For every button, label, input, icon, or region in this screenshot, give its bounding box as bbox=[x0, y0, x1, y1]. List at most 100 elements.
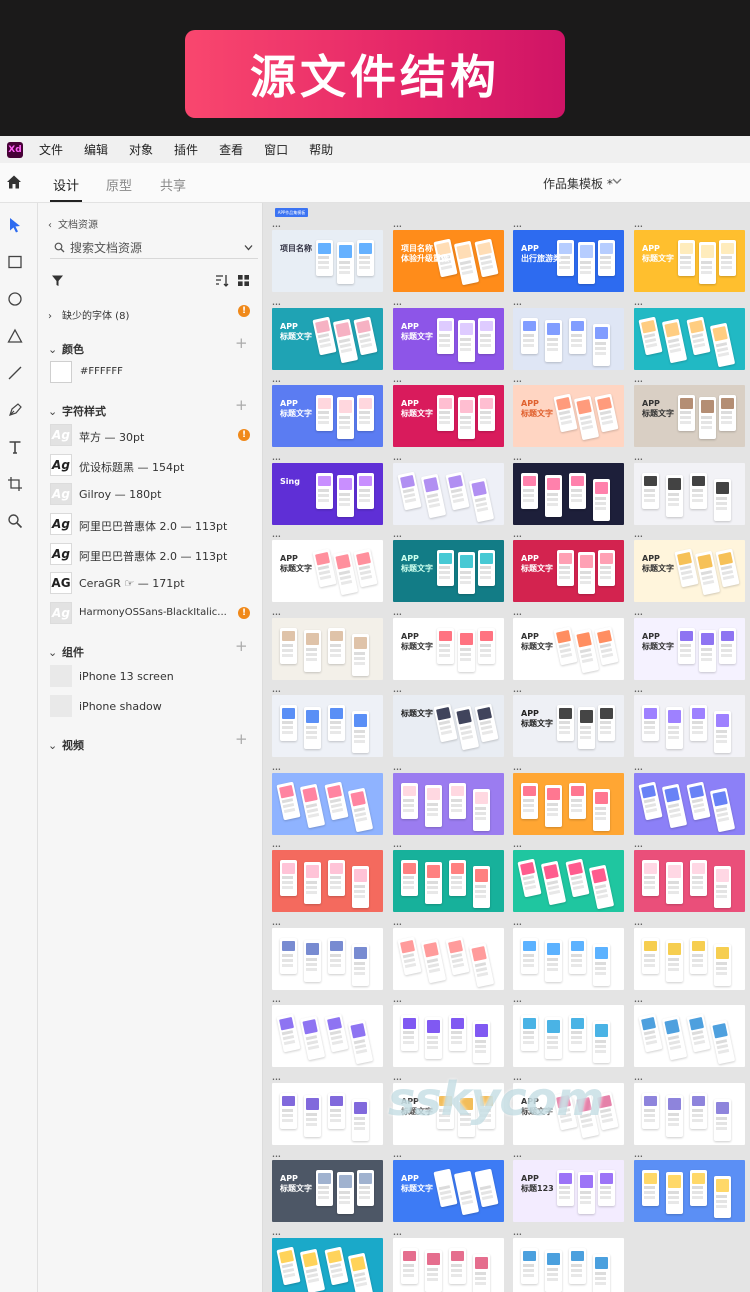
artboard-tool-icon[interactable] bbox=[7, 476, 23, 492]
colors-header[interactable]: ⌄ 颜色 bbox=[48, 341, 84, 357]
artboard[interactable]: ••• APP 标题文字 bbox=[393, 612, 504, 680]
char-style-preview[interactable]: AG bbox=[50, 572, 72, 594]
artboard[interactable]: ••• APP 出行旅游类 bbox=[513, 224, 624, 292]
artboard[interactable]: ••• APP 标题文字 bbox=[393, 379, 504, 447]
artboard[interactable]: ••• bbox=[513, 922, 624, 990]
tab-design[interactable]: 设计 bbox=[53, 175, 79, 194]
add-character-style-icon[interactable]: + bbox=[235, 396, 248, 414]
artboard[interactable]: ••• bbox=[634, 689, 745, 757]
artboard[interactable]: ••• bbox=[393, 767, 504, 835]
ellipse-tool-icon[interactable] bbox=[7, 291, 23, 307]
filter-icon[interactable] bbox=[51, 274, 64, 287]
artboard[interactable]: ••• bbox=[272, 844, 383, 912]
add-color-icon[interactable]: + bbox=[235, 334, 248, 352]
add-video-icon[interactable]: + bbox=[235, 730, 248, 748]
artboard[interactable]: ••• APP 标题文字 bbox=[272, 534, 383, 602]
artboard[interactable]: ••• 项目名称 bbox=[272, 224, 383, 292]
design-canvas[interactable]: APP作品集模板 ••• 项目名称 ••• 项目名称 体验升级重做 ••• APP 出行旅… bbox=[263, 203, 750, 1292]
artboard[interactable]: ••• APP 标题文字 bbox=[393, 1154, 504, 1222]
menu-file[interactable]: 文件 bbox=[39, 141, 63, 158]
char-style-preview[interactable]: Ag bbox=[50, 513, 72, 535]
assets-search-input[interactable] bbox=[70, 239, 230, 256]
character-styles-header[interactable]: ⌄ 字符样式 bbox=[48, 403, 106, 419]
artboard[interactable]: ••• bbox=[513, 844, 624, 912]
tab-share[interactable]: 共享 bbox=[160, 175, 186, 194]
artboard[interactable]: ••• bbox=[634, 1077, 745, 1145]
artboard[interactable]: ••• APP 标题123 bbox=[513, 1154, 624, 1222]
artboard[interactable]: ••• APP 标题文字 bbox=[272, 1154, 383, 1222]
char-style-label[interactable]: 苹方 — 30pt bbox=[79, 429, 144, 445]
artboard[interactable]: ••• bbox=[513, 767, 624, 835]
component-label[interactable]: iPhone 13 screen bbox=[79, 670, 174, 683]
artboard[interactable]: ••• APP 标题文字 bbox=[634, 379, 745, 447]
artboard[interactable]: ••• bbox=[393, 1232, 504, 1292]
artboard[interactable]: ••• APP 标题文字 bbox=[272, 302, 383, 370]
sort-icon[interactable] bbox=[215, 274, 229, 287]
char-style-preview[interactable]: Ag bbox=[50, 454, 72, 476]
menu-help[interactable]: 帮助 bbox=[309, 141, 333, 158]
artboard[interactable]: ••• bbox=[634, 844, 745, 912]
chevron-down-icon[interactable] bbox=[244, 244, 253, 251]
artboard[interactable]: ••• bbox=[272, 689, 383, 757]
rectangle-tool-icon[interactable] bbox=[7, 254, 23, 270]
artboard[interactable]: ••• Sing bbox=[272, 457, 383, 525]
artboard[interactable]: ••• APP 标题文字 bbox=[634, 612, 745, 680]
assets-back-link[interactable]: ‹ 文档资源 bbox=[48, 216, 98, 231]
document-title[interactable]: 作品集模板 * bbox=[543, 175, 613, 192]
polygon-tool-icon[interactable] bbox=[7, 328, 23, 344]
artboard[interactable]: ••• APP 标题文字 bbox=[272, 379, 383, 447]
home-icon[interactable] bbox=[6, 174, 22, 190]
add-component-icon[interactable]: + bbox=[235, 637, 248, 655]
component-thumbnail[interactable] bbox=[50, 695, 72, 717]
artboard[interactable]: ••• bbox=[513, 999, 624, 1067]
artboard[interactable]: ••• APP 标题文字 bbox=[513, 534, 624, 602]
artboard[interactable]: ••• APP 标题文字 bbox=[513, 689, 624, 757]
component-thumbnail[interactable] bbox=[50, 665, 72, 687]
artboard[interactable]: ••• APP 标题文字 bbox=[634, 224, 745, 292]
artboard[interactable]: ••• bbox=[634, 457, 745, 525]
artboard[interactable]: ••• bbox=[634, 767, 745, 835]
menu-view[interactable]: 查看 bbox=[219, 141, 243, 158]
grid-view-icon[interactable] bbox=[237, 274, 250, 287]
chevron-down-icon[interactable] bbox=[612, 177, 622, 185]
artboard[interactable]: ••• APP 标题文字 bbox=[393, 302, 504, 370]
artboard[interactable]: ••• bbox=[272, 1232, 383, 1292]
artboard[interactable]: ••• bbox=[634, 922, 745, 990]
artboard[interactable]: ••• bbox=[634, 999, 745, 1067]
artboard[interactable]: ••• bbox=[393, 844, 504, 912]
artboard[interactable]: ••• bbox=[634, 1154, 745, 1222]
artboard[interactable]: ••• bbox=[634, 302, 745, 370]
artboard[interactable]: ••• bbox=[513, 457, 624, 525]
artboard[interactable]: ••• bbox=[513, 302, 624, 370]
pen-tool-icon[interactable] bbox=[7, 402, 23, 418]
char-style-preview[interactable]: Ag bbox=[50, 602, 72, 624]
missing-fonts-header[interactable]: › 缺少的字体 (8) bbox=[48, 307, 129, 322]
menu-plugins[interactable]: 插件 bbox=[174, 141, 198, 158]
artboard[interactable]: ••• bbox=[272, 999, 383, 1067]
artboard[interactable]: ••• 标题文字 bbox=[393, 689, 504, 757]
artboard[interactable]: ••• bbox=[272, 1077, 383, 1145]
tab-prototype[interactable]: 原型 bbox=[106, 175, 132, 194]
char-style-label[interactable]: Gilroy — 180pt bbox=[79, 488, 161, 501]
artboard[interactable]: ••• bbox=[393, 922, 504, 990]
char-style-preview[interactable]: Ag bbox=[50, 543, 72, 565]
artboard[interactable]: ••• bbox=[393, 457, 504, 525]
menu-window[interactable]: 窗口 bbox=[264, 141, 288, 158]
text-tool-icon[interactable] bbox=[7, 439, 23, 455]
artboard[interactable]: ••• APP 标题文字 bbox=[513, 1077, 624, 1145]
artboard[interactable]: ••• bbox=[272, 922, 383, 990]
artboard[interactable]: ••• APP 标题文字 bbox=[634, 534, 745, 602]
artboard[interactable]: ••• bbox=[513, 1232, 624, 1292]
char-style-label[interactable]: 阿里巴巴普惠体 2.0 — 113pt bbox=[79, 518, 227, 534]
char-style-preview[interactable]: Ag bbox=[50, 424, 72, 446]
artboard[interactable]: ••• 项目名称 体验升级重做 bbox=[393, 224, 504, 292]
char-style-label[interactable]: HarmonyOSSans-BlackItalic... bbox=[79, 607, 227, 618]
artboard[interactable]: ••• bbox=[272, 612, 383, 680]
video-header[interactable]: ⌄ 视频 bbox=[48, 737, 84, 753]
select-tool-icon[interactable] bbox=[7, 217, 23, 233]
menu-object[interactable]: 对象 bbox=[129, 141, 153, 158]
menu-edit[interactable]: 编辑 bbox=[84, 141, 108, 158]
line-tool-icon[interactable] bbox=[7, 365, 23, 381]
char-style-label[interactable]: CeraGR ☞ — 171pt bbox=[79, 577, 185, 590]
char-style-label[interactable]: 优设标题黑 — 154pt bbox=[79, 459, 184, 475]
